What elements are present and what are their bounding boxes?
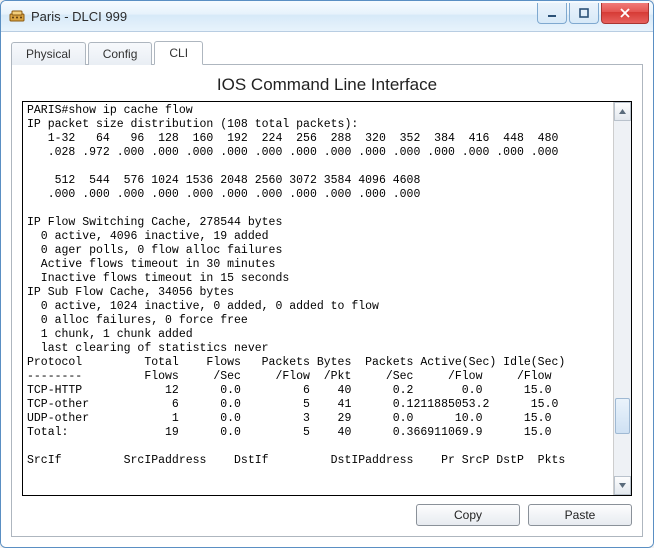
minimize-button[interactable] bbox=[537, 3, 567, 24]
window-title: Paris - DLCI 999 bbox=[31, 9, 535, 24]
cli-line: 1 chunk, 1 chunk added bbox=[27, 328, 193, 341]
tabstrip: Physical Config CLI bbox=[11, 38, 643, 65]
cli-line: 0 ager polls, 0 flow alloc failures bbox=[27, 244, 282, 257]
scroll-up-button[interactable] bbox=[614, 102, 631, 121]
cli-line: Active flows timeout in 30 minutes bbox=[27, 258, 275, 271]
cli-line: UDP-other 1 0.0 3 29 0.0 10.0 15.0 bbox=[27, 412, 552, 425]
cli-line: SrcIf SrcIPaddress DstIf DstIPaddress Pr… bbox=[27, 454, 565, 467]
terminal-scrollbar[interactable] bbox=[613, 102, 631, 495]
cli-line: .000 .000 .000 .000 .000 .000 .000 .000 … bbox=[27, 188, 420, 201]
tab-physical[interactable]: Physical bbox=[11, 42, 86, 65]
cli-line: IP Sub Flow Cache, 34056 bytes bbox=[27, 286, 234, 299]
cli-line: 512 544 576 1024 1536 2048 2560 3072 358… bbox=[27, 174, 420, 187]
tab-config[interactable]: Config bbox=[88, 42, 153, 65]
cli-panel: IOS Command Line Interface PARIS#show ip… bbox=[11, 65, 643, 537]
button-row: Copy Paste bbox=[22, 504, 632, 526]
scroll-track[interactable] bbox=[614, 121, 631, 476]
cli-line: 0 active, 4096 inactive, 19 added bbox=[27, 230, 269, 243]
app-icon bbox=[9, 8, 25, 24]
cli-line: Total: 19 0.0 5 40 0.366911069.9 15.0 bbox=[27, 426, 552, 439]
cli-line: TCP-other 6 0.0 5 41 0.1211885053.2 15.0 bbox=[27, 398, 558, 411]
maximize-button[interactable] bbox=[569, 3, 599, 24]
close-button[interactable] bbox=[601, 3, 649, 24]
terminal-frame: PARIS#show ip cache flow IP packet size … bbox=[22, 101, 632, 496]
cli-line: IP Flow Switching Cache, 278544 bytes bbox=[27, 216, 282, 229]
tab-cli[interactable]: CLI bbox=[154, 41, 203, 65]
scroll-down-button[interactable] bbox=[614, 476, 631, 495]
app-window: Paris - DLCI 999 Physical Config CLI IOS… bbox=[0, 0, 654, 548]
cli-line: .028 .972 .000 .000 .000 .000 .000 .000 … bbox=[27, 146, 558, 159]
cli-line: 0 active, 1024 inactive, 0 added, 0 adde… bbox=[27, 300, 379, 313]
cli-line: TCP-HTTP 12 0.0 6 40 0.2 0.0 15.0 bbox=[27, 384, 552, 397]
titlebar[interactable]: Paris - DLCI 999 bbox=[1, 1, 653, 32]
cli-line: Inactive flows timeout in 15 seconds bbox=[27, 272, 289, 285]
copy-button[interactable]: Copy bbox=[416, 504, 520, 526]
cli-line: 0 alloc failures, 0 force free bbox=[27, 314, 248, 327]
paste-button[interactable]: Paste bbox=[528, 504, 632, 526]
panel-heading: IOS Command Line Interface bbox=[22, 75, 632, 95]
terminal-output[interactable]: PARIS#show ip cache flow IP packet size … bbox=[23, 102, 613, 495]
window-controls bbox=[535, 3, 649, 23]
client-area: Physical Config CLI IOS Command Line Int… bbox=[1, 32, 653, 547]
cli-line: 1-32 64 96 128 160 192 224 256 288 320 3… bbox=[27, 132, 558, 145]
scroll-thumb[interactable] bbox=[615, 398, 630, 434]
cli-line: last clearing of statistics never bbox=[27, 342, 269, 355]
cli-line: IP packet size distribution (108 total p… bbox=[27, 118, 358, 131]
cli-line: Protocol Total Flows Packets Bytes Packe… bbox=[27, 356, 565, 369]
cli-line: PARIS#show ip cache flow bbox=[27, 104, 193, 117]
cli-line: -------- Flows /Sec /Flow /Pkt /Sec /Flo… bbox=[27, 370, 552, 383]
